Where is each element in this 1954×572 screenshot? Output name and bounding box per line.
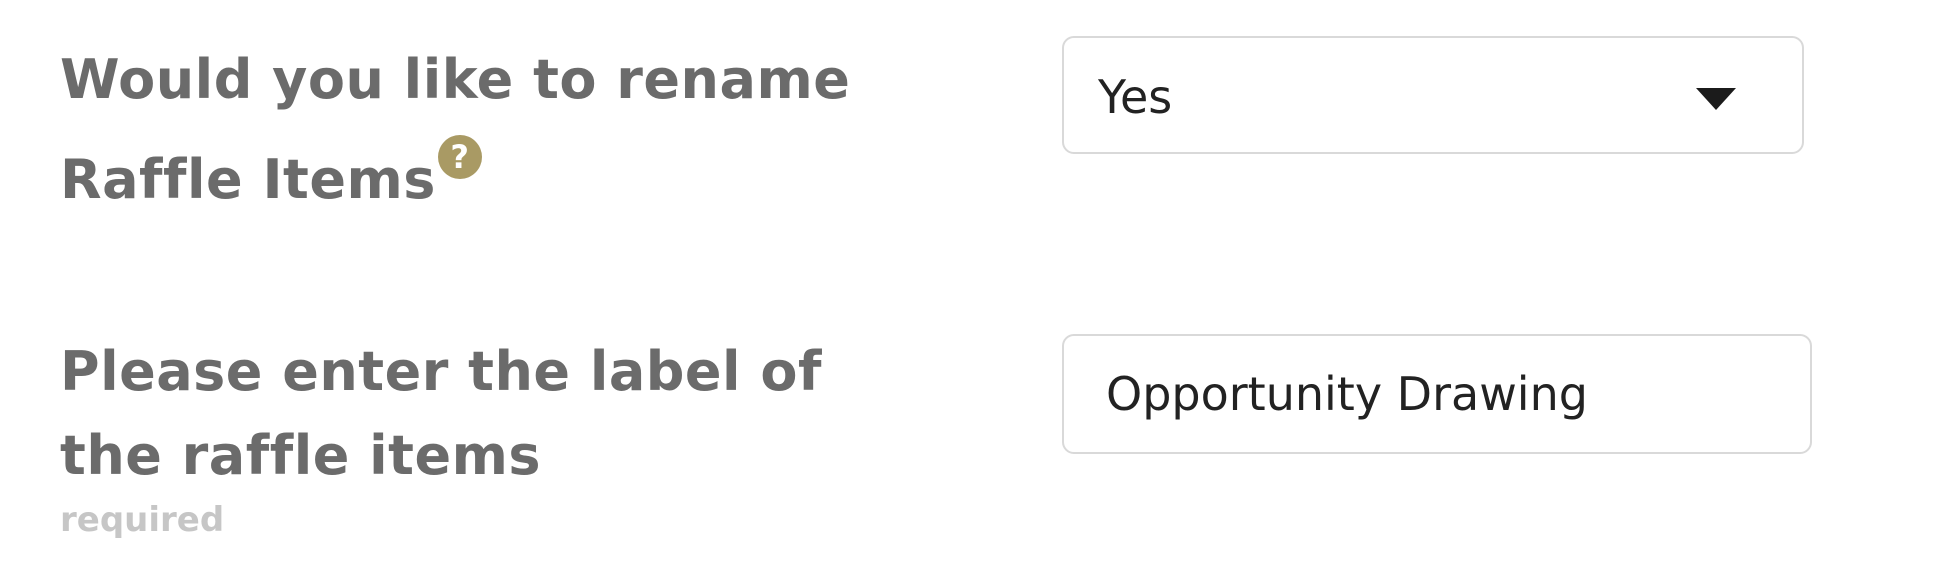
required-hint: required [60,500,225,540]
rename-raffle-items-selected-value: Yes [1098,70,1173,124]
raffle-items-label-row: Please enter the label of the raffle ite… [0,330,1954,560]
raffle-settings-form: Would you like to rename Raffle Items? Y… [0,0,1954,572]
rename-raffle-items-select[interactable]: Yes [1062,36,1804,154]
chevron-down-icon [1696,88,1736,110]
raffle-items-label-input[interactable] [1062,334,1812,454]
rename-raffle-items-label-text: Would you like to rename Raffle Items [60,48,851,211]
rename-raffle-items-row: Would you like to rename Raffle Items? Y… [0,30,1954,230]
raffle-items-label-question: Please enter the label of the raffle ite… [60,340,822,487]
question-mark-icon[interactable]: ? [437,135,482,180]
rename-raffle-items-label: Would you like to rename Raffle Items? [60,30,1020,230]
